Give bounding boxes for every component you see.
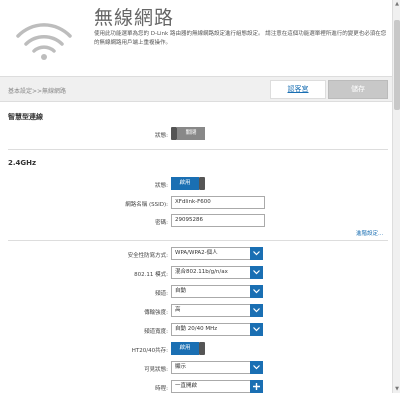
channel-select[interactable]: 自動	[171, 285, 263, 298]
toggle-state-label: 啟用	[171, 177, 199, 190]
channel-width-select[interactable]: 自動 20/40 MHz	[171, 323, 263, 336]
band-24ghz-status-label: 狀態:	[155, 183, 168, 189]
page-description: 使用此功能選單為您的 D-Link 路由器的無線網路設定進行組態設定。 請注意在…	[94, 31, 387, 46]
band-24ghz-title: 2.4GHz	[8, 159, 37, 167]
chevron-down-icon[interactable]	[250, 266, 263, 279]
chevron-down-icon[interactable]	[250, 361, 263, 374]
toolbar: 基本設定>>無線網路 認客宮 儲存	[0, 76, 392, 102]
vertical-scrollbar[interactable]: ▲ ▼	[392, 0, 400, 393]
section-divider	[8, 240, 388, 241]
security-mode-label: 安全性防寫方式:	[127, 253, 168, 259]
scroll-thumb[interactable]	[394, 20, 400, 110]
security-mode-select[interactable]: WPA/WPA2-個人	[171, 247, 263, 260]
schedule-label: 時程:	[155, 386, 168, 392]
ht-coexistence-toggle[interactable]: 啟用	[171, 342, 211, 355]
wireless-mode-select[interactable]: 混合802.11b/g/n/ax	[171, 266, 263, 279]
smart-connect-status-label: 狀態:	[155, 133, 168, 139]
advanced-settings-link[interactable]: 進階設定...	[356, 229, 383, 237]
channel-label: 頻道:	[155, 291, 168, 297]
help-button[interactable]: 認客宮	[270, 80, 326, 99]
page-header: 無線網路 使用此功能選單為您的 D-Link 路由器的無線網路設定進行組態設定。…	[0, 0, 392, 76]
section-divider	[8, 149, 388, 150]
toggle-state-label: 啟用	[171, 342, 199, 355]
wireless-mode-label: 802.11 模式:	[134, 272, 168, 278]
toggle-state-label: 關閉	[177, 127, 205, 140]
select-value: 一直開啟	[175, 383, 198, 389]
chevron-down-icon[interactable]	[250, 323, 263, 336]
plus-icon[interactable]	[250, 380, 263, 393]
channel-width-label: 頻道寬度:	[144, 329, 168, 335]
visibility-select[interactable]: 顯示	[171, 361, 263, 374]
scroll-down-icon[interactable]: ▼	[393, 385, 400, 393]
password-input[interactable]: 29095286	[171, 214, 265, 227]
page-title: 無線網路	[94, 7, 175, 29]
band-24ghz-toggle[interactable]: 啟用	[171, 177, 211, 190]
chevron-down-icon[interactable]	[250, 304, 263, 317]
chevron-down-icon[interactable]	[250, 247, 263, 260]
smart-connect-toggle[interactable]: 關閉	[171, 127, 211, 140]
select-value: 高	[175, 307, 181, 313]
select-value: 混合802.11b/g/n/ax	[175, 269, 228, 275]
select-value: 自動 20/40 MHz	[175, 326, 218, 332]
select-value: 顯示	[175, 364, 187, 370]
ssid-label: 網路名稱 (SSID):	[125, 202, 168, 208]
toggle-handle	[199, 342, 205, 355]
ht-coexistence-label: HT20/40共存:	[131, 348, 168, 354]
breadcrumb[interactable]: 基本設定>>無線網路	[8, 86, 66, 95]
smart-connect-title: 智慧型連線	[8, 113, 43, 121]
save-button[interactable]: 儲存	[328, 80, 388, 99]
select-value: 自動	[175, 288, 187, 294]
select-value: WPA/WPA2-個人	[175, 250, 218, 256]
wifi-icon	[16, 23, 72, 60]
ssid-input[interactable]: XFdlink-F600	[171, 196, 265, 209]
toggle-handle	[199, 177, 205, 190]
visibility-label: 可見狀態:	[144, 367, 168, 373]
transmit-power-label: 傳輸強度:	[144, 310, 168, 316]
scroll-up-icon[interactable]: ▲	[393, 0, 400, 8]
schedule-select[interactable]: 一直開啟	[171, 380, 263, 393]
chevron-down-icon[interactable]	[250, 285, 263, 298]
transmit-power-select[interactable]: 高	[171, 304, 263, 317]
password-label: 密碼:	[155, 220, 168, 226]
